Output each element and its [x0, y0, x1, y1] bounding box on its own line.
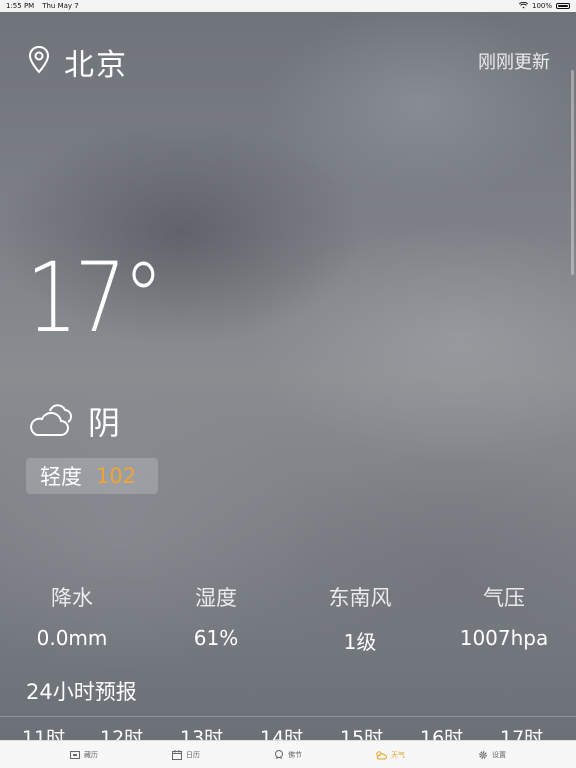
tab-label: 日历	[186, 750, 200, 759]
forecast-hour: 12时	[100, 729, 144, 740]
stat-name: 湿度	[195, 586, 237, 610]
status-bar: 1:55 PM Thu May 7 100%	[0, 0, 576, 12]
tab-settings[interactable]: 设置	[441, 750, 543, 760]
stat-value: 0.0mm	[36, 626, 108, 650]
stat-value: 61%	[193, 626, 239, 650]
stat-value: 1级	[343, 630, 377, 654]
stat-pressure: 气压 1007hpa	[432, 582, 576, 655]
tab-label: 天气	[391, 750, 405, 759]
forecast-hour: 11时	[22, 729, 66, 740]
forecast-hour: 16时	[420, 729, 464, 740]
stat-humidity: 湿度 61%	[144, 582, 288, 655]
air-quality-badge[interactable]: 轻度 102	[26, 458, 158, 494]
weather-stats: 降水 0.0mm 湿度 61% 东南风 1级 气压 1007hpa	[0, 582, 576, 655]
gear-icon	[478, 750, 488, 760]
stat-name: 气压	[483, 586, 525, 610]
update-status: 刚刚更新	[478, 52, 550, 73]
tibetan-calendar-icon	[70, 750, 80, 759]
condition-text: 阴	[88, 404, 121, 442]
forecast-hour: 17时	[500, 729, 544, 740]
buddhist-festival-icon	[274, 749, 284, 760]
status-time: 1:55 PM	[6, 2, 35, 10]
wifi-icon	[518, 1, 529, 11]
weather-icon	[375, 750, 387, 760]
weather-page: 北京 刚刚更新 17° 阴 轻度 102 降水 0.0mm 湿度 61% 东南风…	[0, 0, 576, 740]
tab-weather[interactable]: 天气	[339, 750, 441, 760]
forecast-title: 24小时预报	[26, 680, 137, 704]
stat-name: 东南风	[328, 586, 392, 610]
tab-label: 佛节	[288, 750, 302, 759]
battery-icon	[556, 3, 570, 9]
tab-label: 设置	[492, 750, 506, 759]
tab-calendar[interactable]: 日历	[135, 749, 237, 760]
forecast-hour: 15时	[340, 729, 384, 740]
stat-wind: 东南风 1级	[288, 582, 432, 655]
aqi-value: 102	[96, 464, 137, 488]
scrollbar[interactable]	[571, 70, 574, 275]
location-pin-icon	[28, 45, 50, 79]
weather-condition: 阴	[28, 398, 120, 444]
aqi-label: 轻度	[40, 465, 82, 489]
location[interactable]: 北京	[28, 40, 128, 84]
city-name: 北京	[64, 48, 128, 83]
stat-name: 降水	[51, 586, 93, 610]
stat-precipitation: 降水 0.0mm	[0, 582, 144, 655]
hourly-forecast-strip[interactable]: 11时 12时 13时 14时 15时 16时 17时	[0, 729, 576, 740]
tab-buddhist-festival[interactable]: 佛节	[237, 749, 339, 760]
forecast-hour: 14时	[260, 729, 304, 740]
divider	[0, 716, 576, 717]
status-date: Thu May 7	[42, 2, 79, 10]
cloud-icon	[28, 399, 74, 443]
current-temperature: 17°	[26, 242, 164, 354]
calendar-icon	[172, 749, 182, 760]
tab-bar: 藏历 日历 佛节 天气 设置	[0, 740, 576, 768]
stat-value: 1007hpa	[459, 626, 549, 650]
battery-percent: 100%	[531, 2, 552, 10]
tab-tibetan-calendar[interactable]: 藏历	[33, 750, 135, 760]
forecast-hour: 13时	[180, 729, 224, 740]
tab-label: 藏历	[84, 750, 98, 759]
